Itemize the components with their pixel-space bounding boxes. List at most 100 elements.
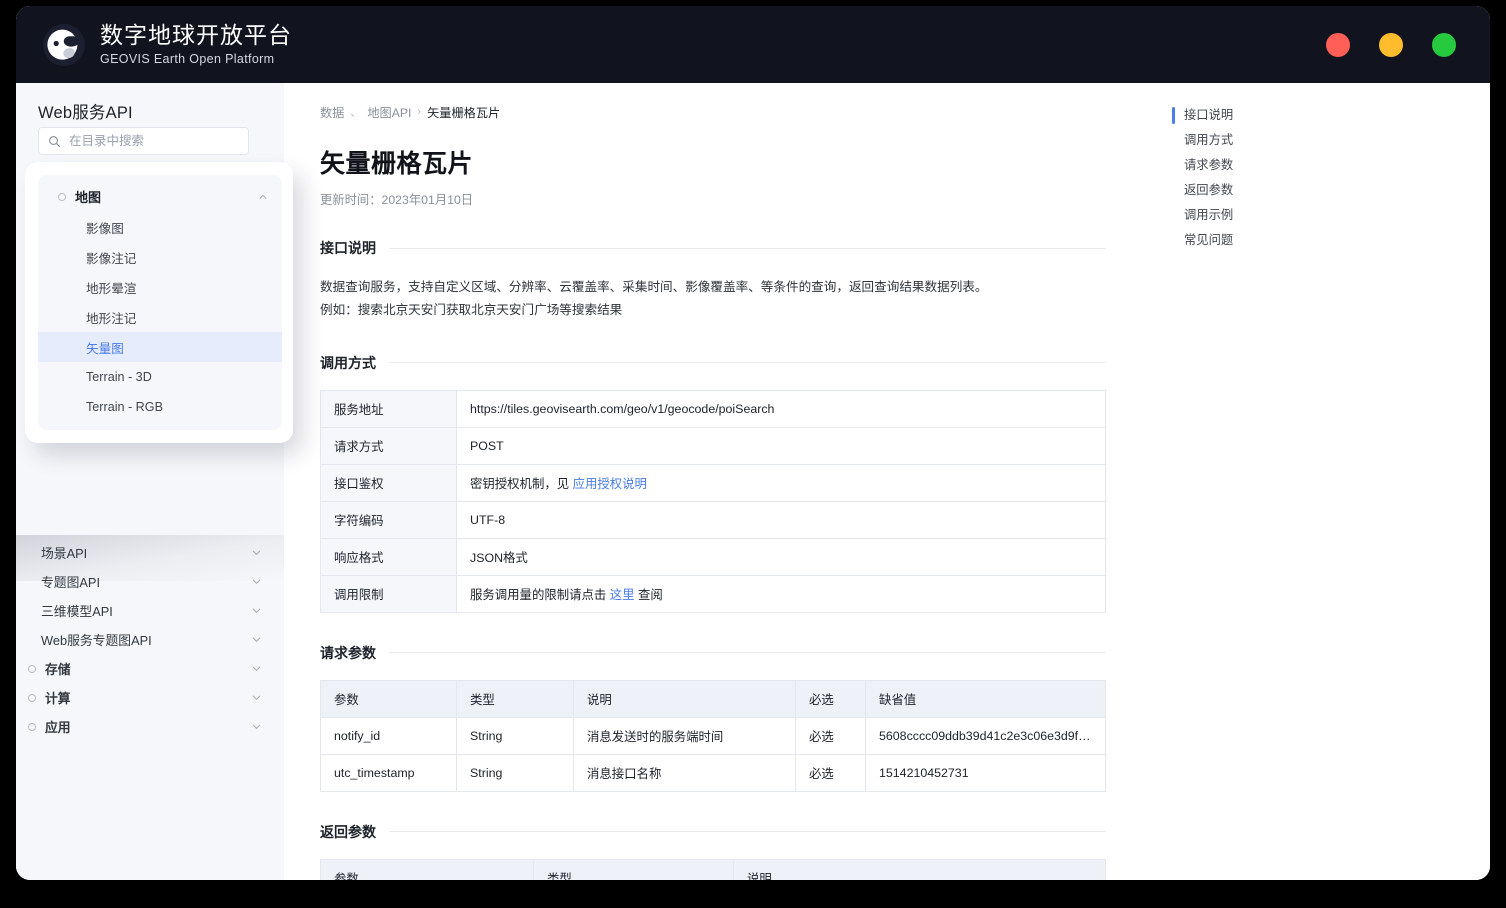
request-param-cell: String xyxy=(456,753,574,792)
breadcrumb-item-current: 矢量栅格瓦片 xyxy=(427,106,501,120)
table-row: utc_timestamp String 消息接口名称 必选 1514210452731 xyxy=(320,753,1106,792)
sidebar-tree-item-active[interactable]: 矢量图 xyxy=(38,332,282,362)
toc-item[interactable]: 调用示例 xyxy=(1172,203,1292,228)
breadcrumb: 数据、地图API › 矢量栅格瓦片 xyxy=(320,103,1490,121)
request-param-cell: 5608cccc09ddb39d41c2e3c06e3d9fejh2 xyxy=(865,716,1106,755)
table-row: 调用限制 服务调用量的限制请点击 这里 查阅 xyxy=(320,574,1106,613)
invocation-key: 接口鉴权 xyxy=(320,463,457,502)
breadcrumb-item[interactable]: 地图API xyxy=(367,103,411,121)
close-button[interactable] xyxy=(1326,32,1350,57)
chevron-down-icon xyxy=(252,608,261,613)
invocation-value: 密钥授权机制，见 应用授权说明 xyxy=(456,463,1106,502)
invocation-value: POST xyxy=(456,426,1106,465)
sidebar-tree-item[interactable]: 影像图 xyxy=(38,212,282,242)
toc-item[interactable]: 返回参数 xyxy=(1172,178,1292,203)
geovis-globe-icon xyxy=(42,23,86,67)
brand-title-en: GEOVIS Earth Open Platform xyxy=(100,51,275,66)
request-param-cell: String xyxy=(456,716,574,755)
sidebar-nav-item[interactable]: 三维模型API xyxy=(16,596,284,625)
minimize-button[interactable] xyxy=(1379,32,1403,57)
main-content: 数据、地图API › 矢量栅格瓦片 矢量栅格瓦片 更新时间：2023年01月10日 … xyxy=(284,83,1490,880)
invocation-key: 服务地址 xyxy=(320,389,457,428)
chevron-up-icon xyxy=(259,194,267,199)
nav-tree: 地图 影像图影像注记地形晕渲地形注记矢量图 Terrain - 3D Terrain… xyxy=(38,175,282,430)
request-param-column-header: 缺省值 xyxy=(865,679,1106,718)
inline-link[interactable]: 应用授权说明 xyxy=(573,477,647,491)
section-header-invocation: 调用方式 xyxy=(320,353,1106,373)
sidebar-nav-item[interactable]: 存储 xyxy=(16,654,284,683)
nav-tree-card: 地图 影像图影像注记地形晕渲地形注记矢量图 Terrain - 3D Terrain… xyxy=(25,162,293,443)
section-divider xyxy=(389,652,1106,654)
request-param-cell: 消息接口名称 xyxy=(573,753,796,792)
sidebar-tree-item[interactable]: Terrain - 3D xyxy=(38,362,282,392)
chevron-down-icon xyxy=(252,579,261,584)
sidebar-nav-label: 场景API xyxy=(41,546,88,561)
response-params-table: 参数类型说明 notify_idString消息发送时的服务端时间utc_tim… xyxy=(320,858,1106,880)
request-param-cell: notify_id xyxy=(320,716,457,755)
toc-item-active[interactable]: 接口说明 xyxy=(1172,103,1292,128)
sidebar-tree-item[interactable]: 地形晕渲 xyxy=(38,272,282,302)
tree-item-label: 地形晕渲 xyxy=(86,281,137,296)
sidebar-search[interactable] xyxy=(38,127,249,155)
table-row: 接口鉴权 密钥授权机制，见 应用授权说明 xyxy=(320,463,1106,502)
section-title: 请求参数 xyxy=(320,644,376,661)
sidebar-nav-label: 应用 xyxy=(45,720,71,735)
sidebar-tree-item[interactable]: 地形注记 xyxy=(38,302,282,332)
section-header-response-params: 返回参数 xyxy=(320,822,1106,842)
sidebar-nav-label: 专题图API xyxy=(41,575,101,590)
sidebar-group-map[interactable]: 地图 xyxy=(38,181,282,212)
response-param-column-header: 参数 xyxy=(320,858,534,880)
breadcrumb-item[interactable]: 数据 xyxy=(320,103,344,121)
tree-item-label: 地形注记 xyxy=(86,311,137,326)
request-param-cell: utc_timestamp xyxy=(320,753,457,792)
request-param-column-header: 参数 xyxy=(320,679,457,718)
toc-item[interactable]: 常见问题 xyxy=(1172,228,1292,253)
search-icon xyxy=(49,135,61,147)
sidebar-title: Web服务API xyxy=(38,104,133,122)
group-bullet-icon xyxy=(58,192,66,201)
breadcrumb-separator: › xyxy=(417,106,422,118)
response-param-column-header: 说明 xyxy=(733,858,1106,880)
inline-link[interactable]: 这里 xyxy=(610,588,635,602)
sidebar-tree-item[interactable]: 影像注记 xyxy=(38,242,282,272)
section-divider xyxy=(389,831,1106,833)
breadcrumb-separator: 、 xyxy=(350,107,362,119)
page-title: 矢量栅格瓦片 xyxy=(320,150,474,178)
chevron-down-icon xyxy=(252,666,261,671)
chevron-down-icon xyxy=(252,695,261,700)
sidebar-nav-item[interactable]: 场景API xyxy=(16,538,284,567)
table-row: notify_id String 消息发送时的服务端时间 必选 5608cccc09dd… xyxy=(320,716,1106,755)
sidebar-nav-item[interactable]: 应用 xyxy=(16,712,284,741)
maximize-button[interactable] xyxy=(1432,32,1456,57)
table-row: 请求方式 POST xyxy=(320,426,1106,465)
invocation-value: UTF-8 xyxy=(456,500,1106,539)
brand-title-cn: 数字地球开放平台 xyxy=(100,22,292,49)
sidebar-nav-label: 存储 xyxy=(45,662,71,677)
toc-item[interactable]: 调用方式 xyxy=(1172,128,1292,153)
invocation-key: 请求方式 xyxy=(320,426,457,465)
section-header-request-params: 请求参数 xyxy=(320,643,1106,663)
table-row: 响应格式 JSON格式 xyxy=(320,537,1106,576)
response-param-column-header: 类型 xyxy=(533,858,734,880)
tree-item-label: Terrain - 3D xyxy=(86,370,152,384)
search-input[interactable] xyxy=(69,134,239,148)
invocation-value: 服务调用量的限制请点击 这里 查阅 xyxy=(456,574,1106,613)
request-param-column-header: 说明 xyxy=(573,679,796,718)
toc-item[interactable]: 请求参数 xyxy=(1172,153,1292,178)
sidebar-tree-item[interactable]: Terrain - RGB xyxy=(38,392,282,422)
body-area: Web服务API 场景API 专题图API 三维模型API Web服务专题图API 存储… xyxy=(16,83,1490,880)
chevron-down-icon xyxy=(252,550,261,555)
brand-logo[interactable]: 数字地球开放平台 GEOVIS Earth Open Platform xyxy=(42,22,292,67)
tree-item-label: 影像图 xyxy=(86,221,124,236)
sidebar-nav-item[interactable]: Web服务专题图API xyxy=(16,625,284,654)
table-header-row: 参数 类型 说明 必选 缺省值 xyxy=(320,679,1106,718)
tree-item-label: 矢量图 xyxy=(86,341,124,356)
updated-time: 更新时间：2023年01月10日 xyxy=(320,193,474,207)
nav-tree-items: 影像图影像注记地形晕渲地形注记矢量图 Terrain - 3D Terrain - … xyxy=(38,212,282,422)
request-param-column-header: 必选 xyxy=(795,679,866,718)
sidebar-nav-item[interactable]: 计算 xyxy=(16,683,284,712)
sidebar-nav-item[interactable]: 专题图API xyxy=(16,567,284,596)
sidebar-nav-label: 计算 xyxy=(45,691,71,706)
invocation-key: 调用限制 xyxy=(320,574,457,613)
request-param-cell: 必选 xyxy=(795,716,866,755)
